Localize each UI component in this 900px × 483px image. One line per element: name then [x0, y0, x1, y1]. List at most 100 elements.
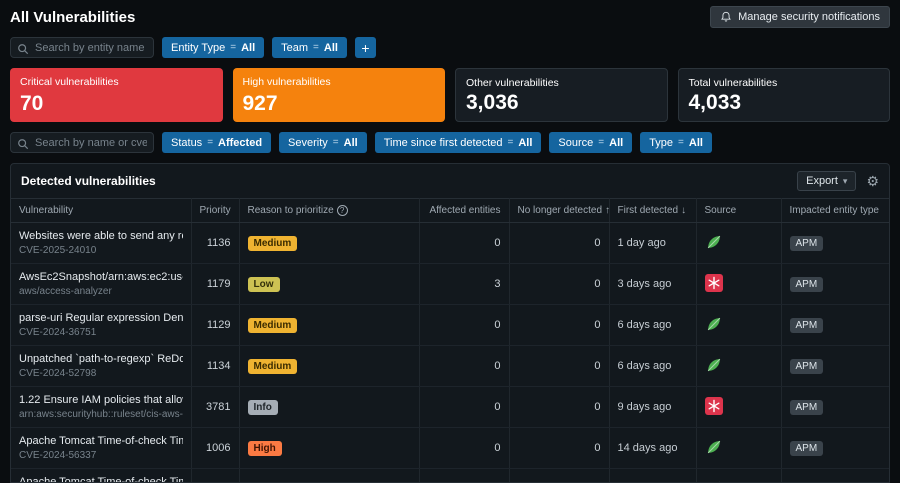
priority-value: 1006: [191, 428, 239, 469]
affected-entities-value: 0: [419, 305, 509, 346]
filter-value: All: [689, 137, 703, 149]
table-row[interactable]: 1.22 Ensure IAM policies that allow full…: [11, 387, 890, 428]
column-header-no-longer-detected[interactable]: No longer detected↑: [509, 199, 609, 223]
card-label: Total vulnerabilities: [689, 77, 880, 89]
table-row[interactable]: Apache Tomcat Time-of-check Time-of-use …: [11, 469, 890, 483]
entity-type-badge: APM: [790, 359, 824, 374]
affected-entities-value: 0: [419, 346, 509, 387]
vulnerability-name[interactable]: Websites were able to send any requests …: [19, 230, 183, 242]
leaf-source-icon: [705, 438, 723, 456]
manage-notifications-label: Manage security notifications: [738, 11, 880, 23]
no-longer-detected-value: 0: [509, 387, 609, 428]
first-detected-value: 6 days ago: [609, 346, 696, 387]
affected-entities-value: 0: [419, 387, 509, 428]
filter-pill-team[interactable]: Team = All: [272, 37, 347, 58]
table-actions: Export ▾ ⚙: [797, 171, 879, 191]
entity-type-badge: APM: [790, 400, 824, 415]
filter-label: Team: [281, 42, 308, 54]
first-detected-value: 9 days ago: [609, 387, 696, 428]
search-icon: [17, 42, 29, 60]
no-longer-detected-value: 0: [509, 264, 609, 305]
vulnerability-name[interactable]: 1.22 Ensure IAM policies that allow full…: [19, 394, 183, 406]
export-label: Export: [806, 175, 838, 187]
table-row[interactable]: parse-uri Regular expression Denial of S…: [11, 305, 890, 346]
table-header-row: Vulnerability Priority Reason to priorit…: [11, 199, 890, 223]
vulnerability-id: CVE-2024-56337: [19, 450, 183, 461]
add-filter-button[interactable]: +: [355, 37, 376, 58]
vulnerability-name[interactable]: Unpatched `path-to-regexp` ReDoS in 0.1.…: [19, 353, 183, 365]
equals-sign: =: [678, 137, 684, 148]
critical-vulnerabilities-card[interactable]: Critical vulnerabilities 70: [10, 68, 223, 122]
column-header-source[interactable]: Source: [696, 199, 781, 223]
reason-badge: Low: [248, 277, 280, 292]
equals-sign: =: [333, 137, 339, 148]
card-label: Critical vulnerabilities: [20, 76, 213, 88]
no-longer-detected-value: 0: [509, 428, 609, 469]
bell-icon: [720, 11, 732, 23]
help-icon[interactable]: ?: [337, 205, 348, 216]
column-header-first-detected[interactable]: First detected↓: [609, 199, 696, 223]
table-row[interactable]: Apache Tomcat Time-of-check Time-of-use …: [11, 428, 890, 469]
filter-value: All: [324, 42, 338, 54]
filter-pill-status[interactable]: Status = Affected: [162, 132, 271, 153]
filter-value: All: [518, 137, 532, 149]
vulnerability-name[interactable]: Apache Tomcat Time-of-check Time-of-use …: [19, 476, 183, 483]
vulnerability-name[interactable]: parse-uri Regular expression Denial of S…: [19, 312, 183, 324]
filter-pill-source[interactable]: Source = All: [549, 132, 632, 153]
high-vulnerabilities-card[interactable]: High vulnerabilities 927: [233, 68, 446, 122]
entity-type-badge: APM: [790, 318, 824, 333]
column-header-priority[interactable]: Priority: [191, 199, 239, 223]
filter-value: All: [344, 137, 358, 149]
reason-badge: Info: [248, 400, 278, 415]
leaf-source-icon: [705, 233, 723, 251]
priority-value: 1005: [191, 469, 239, 483]
vulnerability-id: CVE-2025-24010: [19, 245, 183, 256]
entity-filter-bar: Entity Type = All Team = All +: [0, 33, 900, 62]
no-longer-detected-value: 0: [509, 305, 609, 346]
filter-pill-type[interactable]: Type = All: [640, 132, 712, 153]
search-icon: [17, 137, 29, 155]
chevron-down-icon: ▾: [843, 176, 848, 187]
vulnerability-search-input[interactable]: [10, 132, 154, 153]
manage-notifications-button[interactable]: Manage security notifications: [710, 6, 890, 28]
card-label: Other vulnerabilities: [466, 77, 657, 89]
vulnerability-id: arn:aws:securityhub::ruleset/cis-aws-fou…: [19, 409, 183, 420]
priority-value: 3781: [191, 387, 239, 428]
other-vulnerabilities-card[interactable]: Other vulnerabilities 3,036: [455, 68, 668, 122]
priority-value: 1134: [191, 346, 239, 387]
entity-search: [10, 37, 154, 58]
affected-entities-value: 0: [419, 223, 509, 264]
first-detected-value: 14 days ago: [609, 428, 696, 469]
no-longer-detected-value: 0: [509, 223, 609, 264]
column-header-impacted-entity-type[interactable]: Impacted entity type: [781, 199, 890, 223]
table-row[interactable]: Unpatched `path-to-regexp` ReDoS in 0.1.…: [11, 346, 890, 387]
filter-value: All: [241, 42, 255, 54]
entity-search-input[interactable]: [10, 37, 154, 58]
leaf-source-icon: [705, 315, 723, 333]
filter-value: Affected: [218, 137, 262, 149]
table-header-bar: Detected vulnerabilities Export ▾ ⚙: [11, 164, 889, 198]
vulnerability-name[interactable]: Apache Tomcat Time-of-check Time-of-use …: [19, 435, 183, 447]
entity-type-badge: APM: [790, 277, 824, 292]
sort-asc-icon: ↑: [605, 205, 609, 216]
column-header-vulnerability[interactable]: Vulnerability: [11, 199, 191, 223]
export-button[interactable]: Export ▾: [797, 171, 856, 191]
table-row[interactable]: AwsEc2Snapshot/arn:aws:ec2:us-east-2::sn…: [11, 264, 890, 305]
table-row[interactable]: Websites were able to send any requests …: [11, 223, 890, 264]
filter-pill-time-since-first-detected[interactable]: Time since first detected = All: [375, 132, 542, 153]
total-vulnerabilities-card[interactable]: Total vulnerabilities 4,033: [678, 68, 891, 122]
equals-sign: =: [598, 137, 604, 148]
card-label: High vulnerabilities: [243, 76, 436, 88]
filter-pill-severity[interactable]: Severity = All: [279, 132, 367, 153]
snowflake-source-icon: [705, 274, 723, 292]
source-cell: [696, 469, 781, 483]
column-header-affected-entities[interactable]: Affected entities: [419, 199, 509, 223]
source-cell: [696, 264, 781, 305]
priority-value: 1129: [191, 305, 239, 346]
gear-icon[interactable]: ⚙: [866, 174, 879, 188]
vulnerability-name[interactable]: AwsEc2Snapshot/arn:aws:ec2:us-east-2::sn…: [19, 271, 183, 283]
filter-pill-entity-type[interactable]: Entity Type = All: [162, 37, 264, 58]
reason-badge: Medium: [248, 236, 298, 251]
table-filter-bar: Status = Affected Severity = All Time si…: [0, 128, 900, 157]
column-header-reason[interactable]: Reason to prioritize?: [239, 199, 419, 223]
